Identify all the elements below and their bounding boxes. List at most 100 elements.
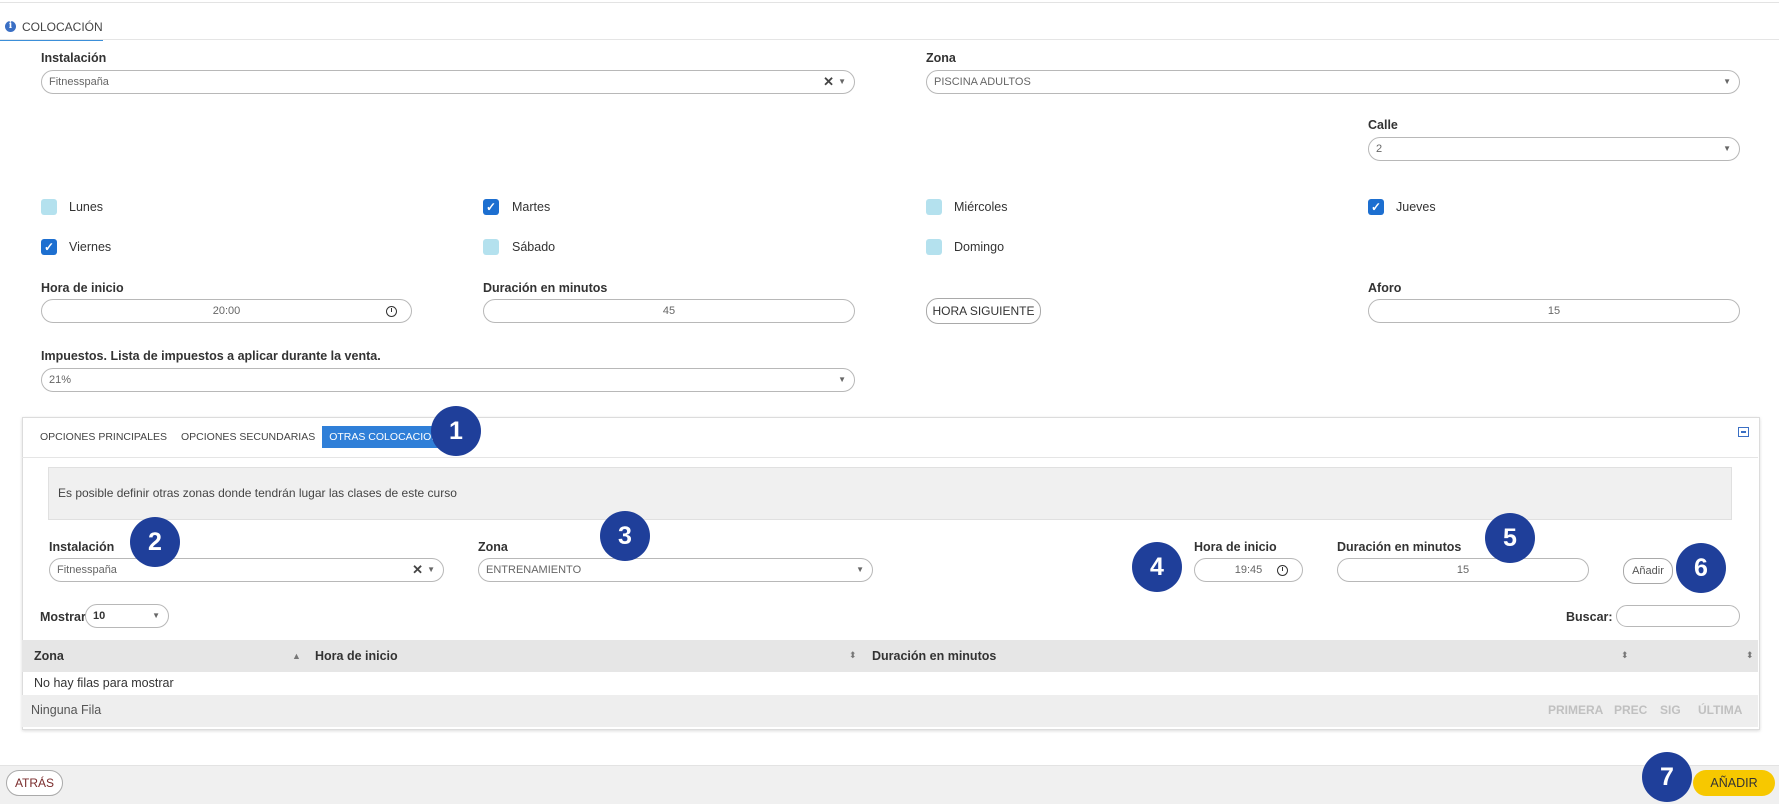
minimize-icon[interactable] [1738, 427, 1749, 437]
instalacion-value: Fitnesspaña [49, 76, 109, 88]
anadir-zona-button[interactable]: Añadir [1623, 558, 1673, 584]
instalacion-label: Instalación [41, 51, 107, 65]
chevron-down-icon: ▼ [427, 565, 435, 574]
checkbox-domingo-label: Domingo [954, 240, 1005, 254]
checkbox-lunes[interactable] [41, 199, 57, 215]
checkbox-miercoles-label: Miércoles [954, 200, 1008, 214]
clock-icon[interactable] [386, 306, 397, 317]
chevron-down-icon: ▼ [1723, 77, 1731, 86]
calle-value: 2 [1376, 143, 1383, 155]
top-divider [0, 2, 1779, 3]
checkbox-sabado-label: Sábado [512, 240, 556, 254]
checkbox-jueves-label: Jueves [1396, 200, 1436, 214]
buscar-input[interactable] [1616, 605, 1740, 627]
checkbox-viernes[interactable]: ✓ [41, 239, 57, 255]
table-empty-row: No hay filas para mostrar [34, 676, 174, 690]
table-footer-text: Ninguna Fila [31, 703, 102, 717]
otra-zona-value: ENTRENAMIENTO [486, 564, 582, 576]
otra-duracion-label: Duración en minutos [1337, 540, 1462, 554]
step-marker: 1 [431, 406, 481, 456]
otra-zona-label: Zona [478, 540, 508, 554]
otra-zona-select[interactable]: ENTRENAMIENTO ▼ [478, 558, 873, 582]
impuestos-select[interactable]: 21% ▼ [41, 368, 855, 392]
chevron-down-icon: ▼ [152, 611, 160, 620]
add-button[interactable]: AÑADIR [1693, 770, 1775, 796]
clear-icon[interactable]: ✕ [412, 559, 423, 581]
otra-hora-inicio-value: 19:45 [1234, 564, 1263, 576]
duracion-input[interactable]: 45 [483, 299, 855, 323]
otra-duracion-value: 15 [1456, 564, 1470, 576]
otra-hora-inicio-label: Hora de inicio [1194, 540, 1277, 554]
table-footer [22, 695, 1758, 727]
step-marker: 7 [1642, 752, 1692, 802]
chevron-down-icon: ▼ [838, 77, 846, 86]
hora-inicio-label: Hora de inicio [41, 281, 124, 295]
impuestos-value: 21% [49, 374, 72, 386]
checkbox-lunes-label: Lunes [69, 200, 104, 214]
tab-opciones-secundarias[interactable]: OPCIONES SECUNDARIAS [174, 426, 322, 448]
aforo-value: 15 [1547, 305, 1561, 317]
duracion-value: 45 [662, 305, 676, 317]
back-button[interactable]: ATRÁS [6, 770, 63, 796]
clear-icon[interactable]: ✕ [823, 71, 834, 93]
tab-colocacion[interactable]: i COLOCACIÓN [0, 14, 103, 41]
checkbox-domingo[interactable] [926, 239, 942, 255]
aforo-label: Aforo [1368, 281, 1402, 295]
step-marker: 4 [1132, 542, 1182, 592]
checkbox-miercoles[interactable] [926, 199, 942, 215]
buscar-label: Buscar: [1566, 610, 1613, 624]
step-marker: 6 [1676, 543, 1726, 593]
otra-instalacion-value: Fitnesspaña [57, 564, 117, 576]
zona-label: Zona [926, 51, 956, 65]
otra-instalacion-label: Instalación [49, 540, 115, 554]
column-hora-inicio[interactable]: Hora de inicio [315, 640, 398, 672]
otra-hora-inicio-input[interactable]: 19:45 [1194, 558, 1303, 582]
sort-icon[interactable]: ⬍ [1746, 650, 1754, 661]
column-duracion[interactable]: Duración en minutos [872, 640, 996, 672]
info-message: Es posible definir otras zonas donde ten… [48, 467, 1732, 520]
clock-icon[interactable] [1277, 565, 1288, 576]
checkbox-martes-label: Martes [512, 200, 551, 214]
tab-colocacion-label: COLOCACIÓN [22, 19, 103, 34]
header-divider [0, 39, 1779, 40]
zona-value: PISCINA ADULTOS [934, 76, 1031, 88]
pagination-last[interactable]: ÚLTIMA [1698, 703, 1742, 717]
hora-siguiente-button[interactable]: HORA SIGUIENTE [926, 298, 1041, 324]
duracion-label: Duración en minutos [483, 281, 608, 295]
panel-tabs: OPCIONES PRINCIPALES OPCIONES SECUNDARIA… [33, 426, 460, 448]
mostrar-label: Mostrar [40, 610, 86, 624]
chevron-down-icon: ▼ [856, 565, 864, 574]
tab-opciones-principales[interactable]: OPCIONES PRINCIPALES [33, 426, 174, 448]
checkbox-viernes-label: Viernes [69, 240, 112, 254]
chevron-down-icon: ▼ [1723, 144, 1731, 153]
panel-divider [22, 457, 1758, 458]
page-size-value: 10 [93, 610, 106, 622]
chevron-down-icon: ▼ [838, 375, 846, 384]
impuestos-label: Impuestos. Lista de impuestos a aplicar … [41, 349, 381, 363]
column-zona[interactable]: Zona [34, 640, 64, 672]
hora-inicio-input[interactable]: 20:00 [41, 299, 412, 323]
otra-instalacion-select[interactable]: Fitnesspaña ✕ ▼ [49, 558, 444, 582]
instalacion-select[interactable]: Fitnesspaña ✕ ▼ [41, 70, 855, 94]
checkbox-martes[interactable]: ✓ [483, 199, 499, 215]
bottom-bar [0, 765, 1779, 804]
step-marker: 2 [130, 517, 180, 567]
checkbox-sabado[interactable] [483, 239, 499, 255]
pagination-first[interactable]: PRIMERA [1548, 703, 1603, 717]
calle-label: Calle [1368, 118, 1398, 132]
pagination-next[interactable]: SIG [1660, 703, 1681, 717]
hora-inicio-value: 20:00 [212, 305, 241, 317]
step-marker: 5 [1485, 513, 1535, 563]
page-size-select[interactable]: 10 ▼ [85, 604, 169, 628]
otra-duracion-input[interactable]: 15 [1337, 558, 1589, 582]
sort-icon[interactable]: ⬍ [849, 650, 857, 661]
calle-select[interactable]: 2 ▼ [1368, 137, 1740, 161]
aforo-input[interactable]: 15 [1368, 299, 1740, 323]
step-marker: 3 [600, 511, 650, 561]
info-icon: i [5, 21, 16, 32]
pagination-prev[interactable]: PREC [1614, 703, 1647, 717]
checkbox-jueves[interactable]: ✓ [1368, 199, 1384, 215]
sort-icon[interactable]: ⬍ [1621, 650, 1629, 661]
zona-select[interactable]: PISCINA ADULTOS ▼ [926, 70, 1740, 94]
sort-asc-icon[interactable]: ▲ [292, 651, 301, 661]
